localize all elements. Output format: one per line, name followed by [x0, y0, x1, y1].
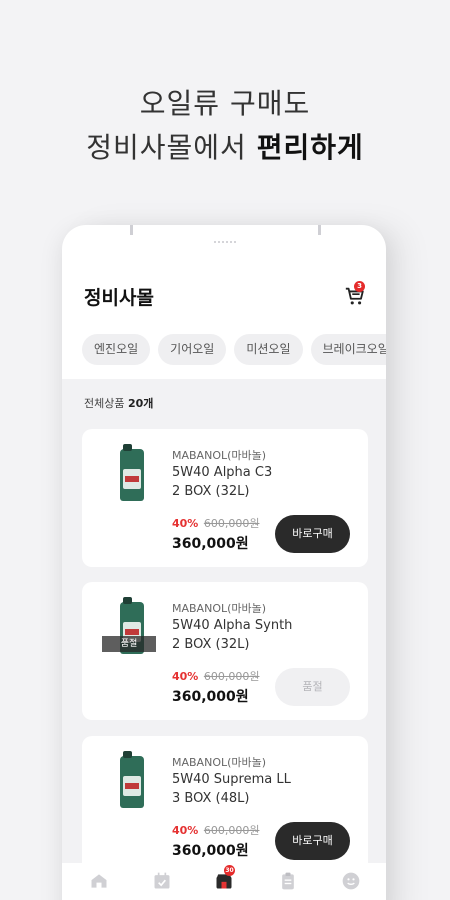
product-card[interactable]: 품절 MABANOL(마바놀) 5W40 Alpha Synth 2 BOX (…: [82, 582, 368, 720]
sale-price: 360,000원: [172, 536, 249, 552]
product-count-label: 전체상품: [84, 397, 125, 410]
original-price: 600,000원: [203, 517, 260, 530]
oil-bottle-image: [120, 444, 144, 501]
category-chips: 엔진오일 기어오일 미션오일 브레이크오일: [82, 334, 386, 366]
phone-frame: 정비사몰 3 엔진오일 기어오일 미션오일 브레이크오일 전체상품 20개 MABAN…: [62, 225, 386, 900]
sold-out-button: 품절: [275, 668, 350, 706]
product-image: 품절: [102, 597, 158, 658]
buy-now-button[interactable]: 바로구매: [275, 822, 350, 860]
product-card[interactable]: MABANOL(마바놀) 5W40 Alpha C3 2 BOX (32L) 4…: [82, 429, 368, 567]
product-image: [110, 444, 152, 505]
product-count: 전체상품 20개: [84, 395, 153, 411]
headline-line1: 오일류 구매도: [139, 87, 311, 120]
home-icon[interactable]: [89, 871, 109, 891]
product-count-value: 20개: [127, 397, 154, 410]
promo-headline: 오일류 구매도 정비사몰에서 편리하게: [0, 82, 450, 170]
chip-transmission-oil[interactable]: 미션오일: [234, 334, 303, 365]
original-price: 600,000원: [203, 670, 260, 683]
buy-now-button[interactable]: 바로구매: [275, 515, 350, 553]
price-row: 40% 600,000원: [172, 515, 259, 531]
product-name: 5W40 Alpha C3 2 BOX (32L): [172, 463, 272, 501]
phone-side-marker: [130, 225, 133, 235]
product-name: 5W40 Suprema LL 3 BOX (48L): [172, 770, 291, 808]
headline-line2-prefix: 정비사몰에서: [86, 131, 257, 164]
product-name-line1: 5W40 Suprema LL: [172, 772, 291, 787]
product-brand: MABANOL(마바놀): [172, 449, 267, 462]
oil-bottle-image: [120, 751, 144, 808]
discount-rate: 40%: [172, 824, 199, 837]
original-price: 600,000원: [203, 824, 260, 837]
product-image: [110, 751, 152, 812]
headline-line2-bold: 편리하게: [256, 131, 364, 164]
product-name-line1: 5W40 Alpha C3: [172, 465, 273, 480]
calendar-icon[interactable]: [152, 871, 172, 891]
phone-side-marker: [318, 225, 321, 235]
cart-badge: 3: [354, 281, 365, 292]
app-header: 정비사몰 3: [62, 281, 386, 311]
sale-price: 360,000원: [172, 843, 249, 859]
chip-gear-oil[interactable]: 기어오일: [158, 334, 227, 365]
product-brand: MABANOL(마바놀): [172, 756, 267, 769]
product-name: 5W40 Alpha Synth 2 BOX (32L): [172, 616, 292, 654]
profile-icon[interactable]: [341, 871, 361, 891]
bottom-tab-bar: 30: [62, 863, 386, 900]
price-row: 40% 600,000원: [172, 822, 259, 838]
chip-brake-oil[interactable]: 브레이크오일: [310, 334, 386, 365]
product-list: 전체상품 20개 MABANOL(마바놀) 5W40 Alpha C3 2 BO…: [62, 379, 386, 900]
product-brand: MABANOL(마바놀): [172, 602, 267, 615]
product-name-line2: 3 BOX (48L): [172, 791, 250, 806]
headline-line2: 정비사몰에서 편리하게: [0, 126, 450, 170]
product-card[interactable]: MABANOL(마바놀) 5W40 Suprema LL 3 BOX (48L)…: [82, 736, 368, 874]
app-title: 정비사몰: [84, 287, 154, 309]
product-name-line1: 5W40 Alpha Synth: [172, 618, 293, 633]
shop-badge: 30: [224, 865, 235, 876]
chip-engine-oil[interactable]: 엔진오일: [82, 334, 151, 365]
discount-rate: 40%: [172, 670, 199, 683]
product-name-line2: 2 BOX (32L): [172, 637, 250, 652]
sale-price: 360,000원: [172, 689, 249, 705]
price-row: 40% 600,000원: [172, 668, 259, 684]
sold-out-tag: 품절: [102, 636, 156, 652]
discount-rate: 40%: [172, 517, 199, 530]
clipboard-icon[interactable]: [278, 871, 298, 891]
drag-grip: [214, 241, 236, 243]
product-name-line2: 2 BOX (32L): [172, 484, 250, 499]
